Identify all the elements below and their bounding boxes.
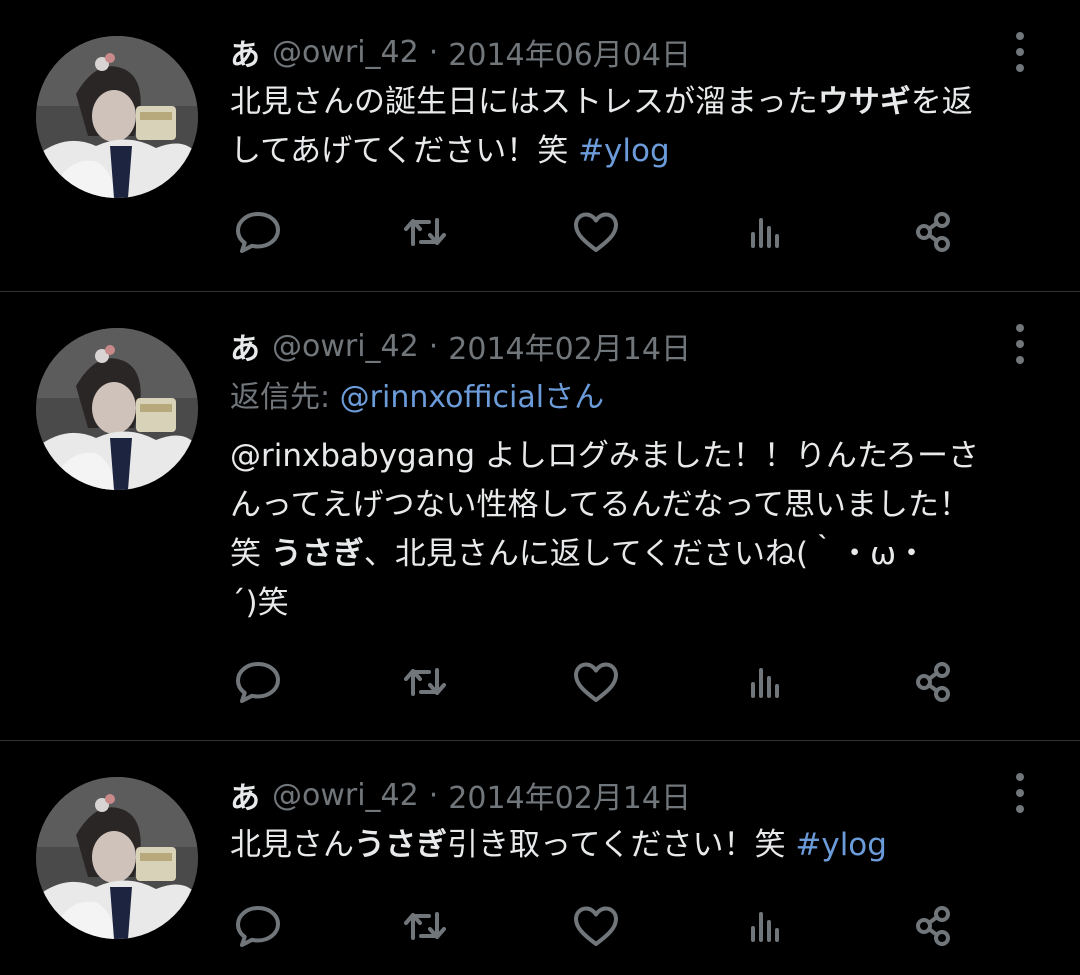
- separator-dot: ·: [428, 777, 439, 813]
- retweet-icon[interactable]: [397, 204, 453, 260]
- emphasis-text: うさぎ: [354, 827, 447, 863]
- views-icon[interactable]: [736, 204, 792, 260]
- text-segment: してあげてください！笑: [230, 133, 579, 169]
- separator-dot: ·: [428, 328, 439, 364]
- tweet-header: あ @owri_42 · 2014年02月14日: [230, 773, 691, 817]
- action-bar: [230, 204, 990, 260]
- reply-icon[interactable]: [230, 654, 286, 710]
- action-bar: [230, 654, 990, 710]
- tweet-header: あ @owri_42 · 2014年06月04日: [230, 30, 691, 74]
- separator-dot: ·: [428, 34, 439, 70]
- tweet-text-line: 北見さんの誕生日にはストレスが溜まったウサギを返: [230, 78, 1050, 127]
- hashtag-link[interactable]: #ylog: [578, 133, 670, 169]
- tweet-text: @rinxbabygang よしログみました！！りんたろーさ んってえげつない性格…: [230, 432, 1050, 628]
- user-handle[interactable]: @owri_42: [272, 35, 419, 70]
- action-bar: [230, 898, 990, 954]
- text-segment: @rinxbabygang よしログみました！！りんたろーさ: [230, 438, 980, 474]
- reply-icon[interactable]: [230, 204, 286, 260]
- tweet-header: あ @owri_42 · 2014年02月14日: [230, 324, 691, 368]
- tweet-text-line: @rinxbabygang よしログみました！！りんたろーさ: [230, 432, 1050, 481]
- heart-icon[interactable]: [568, 898, 624, 954]
- text-segment: 北見さん: [230, 827, 354, 863]
- user-handle[interactable]: @owri_42: [272, 329, 419, 364]
- tweet-date[interactable]: 2014年02月14日: [448, 324, 691, 368]
- share-icon[interactable]: [906, 204, 962, 260]
- tweet[interactable]: あ @owri_42 · 2014年02月14日 北見さんうさぎ引き取ってくださ…: [0, 741, 1080, 975]
- replying-to-link[interactable]: @rinnxofficialさん: [340, 380, 604, 415]
- text-segment: 北見さんの誕生日にはストレスが溜まった: [230, 84, 818, 120]
- tweet-text-line: 北見さんうさぎ引き取ってください！笑 #ylog: [230, 821, 1050, 870]
- share-icon[interactable]: [906, 654, 962, 710]
- text-segment: を返: [910, 84, 973, 120]
- tweet-text-line: んってえげつない性格してるんだなって思いました！: [230, 481, 1050, 530]
- more-vertical-icon[interactable]: [1008, 30, 1032, 74]
- emphasis-text: ウサギ: [817, 84, 911, 120]
- heart-icon[interactable]: [568, 204, 624, 260]
- tweet[interactable]: あ @owri_42 · 2014年06月04日 北見さんの誕生日にはストレスが…: [0, 0, 1080, 292]
- tweet-date[interactable]: 2014年02月14日: [448, 773, 691, 817]
- text-segment: 笑: [230, 536, 271, 572]
- text-segment: んってえげつない性格してるんだなって思いました！: [230, 487, 970, 523]
- tweet-text: 北見さんうさぎ引き取ってください！笑 #ylog: [230, 821, 1050, 870]
- text-segment: ´)笑: [230, 585, 289, 621]
- reply-icon[interactable]: [230, 898, 286, 954]
- more-vertical-icon[interactable]: [1008, 322, 1032, 366]
- views-icon[interactable]: [736, 898, 792, 954]
- tweet-text-line: ´)笑: [230, 579, 1050, 628]
- tweet-text-line: 笑 うさぎ、北見さんに返してくださいね(｀・ω・: [230, 530, 1050, 579]
- more-vertical-icon[interactable]: [1008, 771, 1032, 815]
- views-icon[interactable]: [736, 654, 792, 710]
- text-segment: 引き取ってください！笑: [447, 827, 796, 863]
- display-name[interactable]: あ: [230, 773, 260, 817]
- display-name[interactable]: あ: [230, 324, 260, 368]
- retweet-icon[interactable]: [397, 654, 453, 710]
- avatar[interactable]: [36, 36, 198, 198]
- replying-to-label: 返信先:: [230, 380, 340, 415]
- tweet-date[interactable]: 2014年06月04日: [448, 30, 691, 74]
- avatar[interactable]: [36, 777, 198, 939]
- tweet-text: 北見さんの誕生日にはストレスが溜まったウサギを返 してあげてください！笑 #ylo…: [230, 78, 1050, 176]
- share-icon[interactable]: [906, 898, 962, 954]
- display-name[interactable]: あ: [230, 30, 260, 74]
- user-handle[interactable]: @owri_42: [272, 778, 419, 813]
- replying-to: 返信先: @rinnxofficialさん: [230, 376, 604, 420]
- emphasis-text: うさぎ: [270, 536, 364, 572]
- tweet-text-line: してあげてください！笑 #ylog: [230, 127, 1050, 176]
- text-segment: 、北見さんに返してくださいね(｀・ω・: [363, 536, 928, 572]
- tweet[interactable]: あ @owri_42 · 2014年02月14日 返信先: @rinnxoffi…: [0, 292, 1080, 741]
- avatar[interactable]: [36, 328, 198, 490]
- hashtag-link[interactable]: #ylog: [795, 827, 887, 863]
- heart-icon[interactable]: [568, 654, 624, 710]
- retweet-icon[interactable]: [397, 898, 453, 954]
